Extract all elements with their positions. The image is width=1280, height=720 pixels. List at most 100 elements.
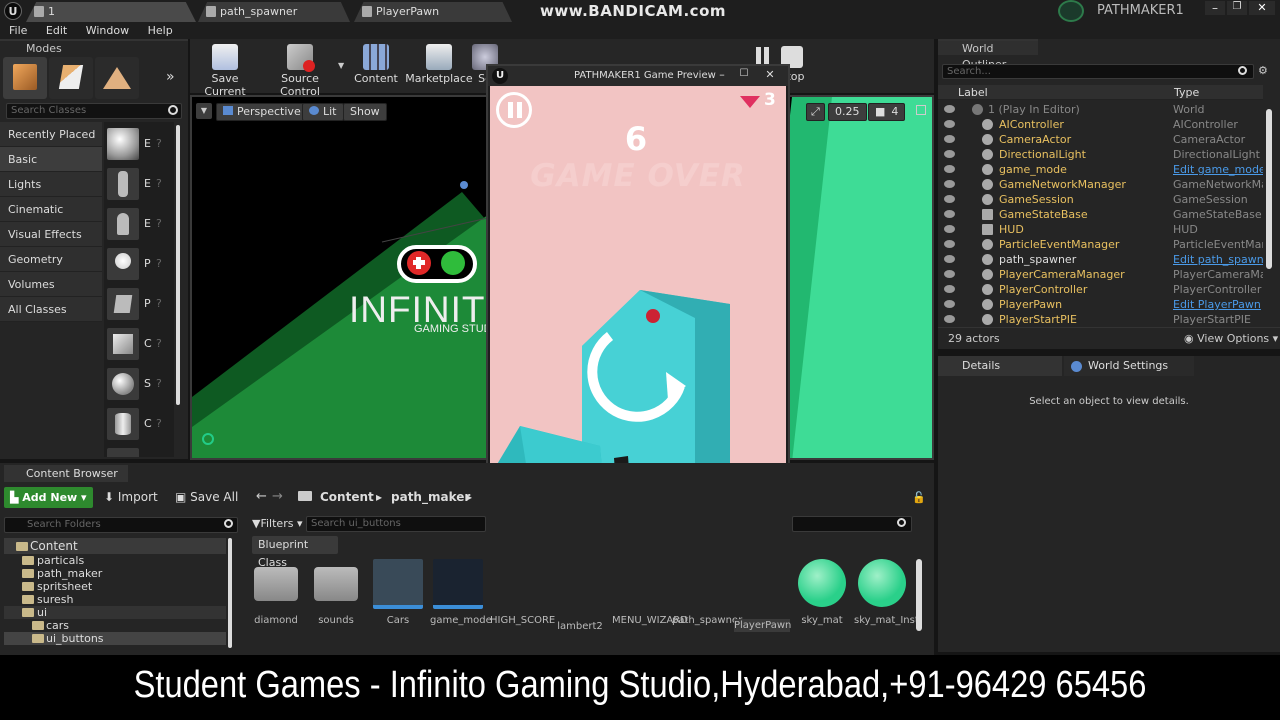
visibility-eye-icon[interactable]	[944, 255, 955, 263]
visibility-eye-icon[interactable]	[944, 210, 955, 218]
col-label[interactable]: Label	[958, 86, 988, 99]
modes-scrollbar[interactable]	[176, 125, 180, 405]
visibility-eye-icon[interactable]	[944, 105, 955, 113]
visibility-eye-icon[interactable]	[944, 225, 955, 233]
outliner-row[interactable]: ParticleEventManager ParticleEventMana	[938, 237, 1264, 252]
tab-player-pawn[interactable]: PlayerPawn	[354, 2, 512, 22]
menu-edit[interactable]: Edit	[46, 24, 67, 37]
category-lights[interactable]: Lights	[0, 172, 102, 197]
asset-tile-sounds[interactable]: sounds	[308, 559, 364, 626]
folder-row[interactable]: suresh	[4, 593, 226, 606]
minimize-button[interactable]: –	[1205, 1, 1225, 15]
visibility-eye-icon[interactable]	[944, 195, 955, 203]
filters-button[interactable]: ▼Filters ▾	[248, 515, 304, 533]
camera-speed-button[interactable]: ■ 4	[868, 103, 906, 121]
source-control-button[interactable]: Source Control	[262, 40, 338, 98]
save-current-button[interactable]: Save Current	[192, 40, 258, 98]
outliner-row[interactable]: game_mode Edit game_mode	[938, 162, 1264, 177]
visibility-eye-icon[interactable]	[944, 135, 955, 143]
asset-tile-sky-mat-inst[interactable]: sky_mat_Inst	[854, 559, 919, 626]
empty-pawn-icon[interactable]	[107, 208, 139, 240]
row-type-link[interactable]: Edit game_mode	[1173, 162, 1263, 177]
preview-maximize-button[interactable]: ☐	[734, 68, 754, 82]
folder-scrollbar[interactable]	[228, 538, 232, 648]
point-light-icon[interactable]	[107, 248, 139, 280]
outliner-row[interactable]: AIController AIController	[938, 117, 1264, 132]
search-assets-input[interactable]: Search ui_buttons	[306, 516, 486, 532]
folder-row[interactable]: ui	[4, 606, 226, 619]
category-recently-placed[interactable]: Recently Placed	[0, 122, 102, 147]
tab-level[interactable]: 1	[26, 2, 196, 22]
cube-icon[interactable]	[107, 328, 139, 360]
visibility-eye-icon[interactable]	[944, 300, 955, 308]
marketplace-button[interactable]: Marketplace	[400, 40, 478, 90]
forward-arrow-icon[interactable]: →	[272, 489, 283, 504]
category-all-classes[interactable]: All Classes	[0, 297, 102, 322]
menu-help[interactable]: Help	[148, 24, 173, 37]
search-assets-input-tail[interactable]	[792, 516, 912, 532]
outliner-search-input[interactable]: Search...	[942, 64, 1254, 79]
perspective-button[interactable]: Perspective	[216, 103, 308, 121]
visibility-eye-icon[interactable]	[944, 180, 955, 188]
visibility-eye-icon[interactable]	[944, 120, 955, 128]
add-new-button[interactable]: ▙ Add New ▾	[4, 487, 93, 508]
outliner-row[interactable]: GameStateBase GameStateBase	[938, 207, 1264, 222]
outliner-row[interactable]: PlayerPawn Edit PlayerPawn	[938, 297, 1264, 312]
show-button[interactable]: Show	[343, 103, 387, 121]
category-basic[interactable]: Basic	[0, 147, 102, 172]
paint-mode-button[interactable]	[49, 57, 93, 99]
visibility-eye-icon[interactable]	[944, 165, 955, 173]
outliner-row[interactable]: PlayerCameraManager PlayerCameraMan	[938, 267, 1264, 282]
breadcrumb-path-maker[interactable]: path_maker	[391, 490, 470, 504]
folder-row[interactable]: spritsheet	[4, 580, 226, 593]
more-modes-chevron-icon[interactable]: »	[166, 69, 175, 85]
outliner-row[interactable]: PlayerController PlayerController	[938, 282, 1264, 297]
asset-scrollbar[interactable]	[916, 559, 922, 631]
details-tab[interactable]: Details	[938, 356, 1062, 376]
import-button[interactable]: ⬇ Import	[104, 490, 158, 504]
maximize-viewport-icon[interactable]	[916, 105, 926, 115]
visibility-eye-icon[interactable]	[944, 285, 955, 293]
sphere-icon[interactable]	[107, 368, 139, 400]
folder-row[interactable]: ui_buttons	[4, 632, 226, 645]
outliner-row[interactable]: 1 (Play In Editor) World	[938, 102, 1264, 117]
cone-icon[interactable]	[107, 448, 139, 457]
outliner-row[interactable]: GameSession GameSession	[938, 192, 1264, 207]
visibility-eye-icon[interactable]	[944, 270, 955, 278]
asset-tile-diamond[interactable]: diamond	[248, 559, 304, 626]
back-arrow-icon[interactable]: ←	[256, 489, 267, 504]
asset-tile-cars[interactable]: Cars	[370, 559, 426, 626]
folder-row[interactable]: path_maker	[4, 567, 226, 580]
category-geometry[interactable]: Geometry	[0, 247, 102, 272]
asset-tile-high-score[interactable]: HIGH_SCORE	[490, 615, 555, 626]
content-browser-tab[interactable]: Content Browser	[4, 465, 128, 482]
save-all-button[interactable]: ▣ Save All	[175, 490, 238, 504]
empty-actor-icon[interactable]	[107, 128, 139, 160]
world-settings-tab[interactable]: World Settings	[1064, 356, 1194, 376]
lit-button[interactable]: Lit	[302, 103, 344, 121]
row-type-link[interactable]: Edit path_spawne	[1173, 252, 1263, 267]
close-window-button[interactable]: ✕	[1249, 1, 1275, 15]
outliner-row[interactable]: GameNetworkManager GameNetworkMana	[938, 177, 1264, 192]
asset-tile-player-pawn[interactable]: PlayerPawn	[734, 619, 791, 632]
empty-character-icon[interactable]	[107, 168, 139, 200]
search-classes-input[interactable]: Search Classes	[6, 103, 182, 119]
row-type-link[interactable]: Edit PlayerPawn	[1173, 297, 1263, 312]
asset-tile-lambert2[interactable]: lambert2	[552, 621, 608, 632]
outliner-row[interactable]: DirectionalLight DirectionalLight	[938, 147, 1264, 162]
asset-tile-menu-wizard[interactable]: MENU_WIZARD	[612, 615, 688, 626]
lock-icon[interactable]: 🔓	[912, 491, 926, 504]
scale-snap-value[interactable]: 0.25	[828, 103, 867, 121]
preview-close-button[interactable]: ✕	[758, 68, 782, 82]
folder-row[interactable]: cars	[4, 619, 226, 632]
outliner-row[interactable]: path_spawner Edit path_spawne	[938, 252, 1264, 267]
place-mode-button[interactable]	[3, 57, 47, 99]
folder-row[interactable]: particals	[4, 554, 226, 567]
outliner-row[interactable]: PlayerStartPIE PlayerStartPIE	[938, 312, 1264, 327]
menu-window[interactable]: Window	[86, 24, 129, 37]
folder-row[interactable]: Content	[4, 538, 226, 554]
outliner-scrollbar[interactable]	[1266, 109, 1272, 269]
col-type[interactable]: Type	[1174, 86, 1199, 99]
breadcrumb-content[interactable]: Content	[320, 490, 374, 504]
asset-tile-path-spawner[interactable]: path_spawner	[672, 615, 742, 626]
